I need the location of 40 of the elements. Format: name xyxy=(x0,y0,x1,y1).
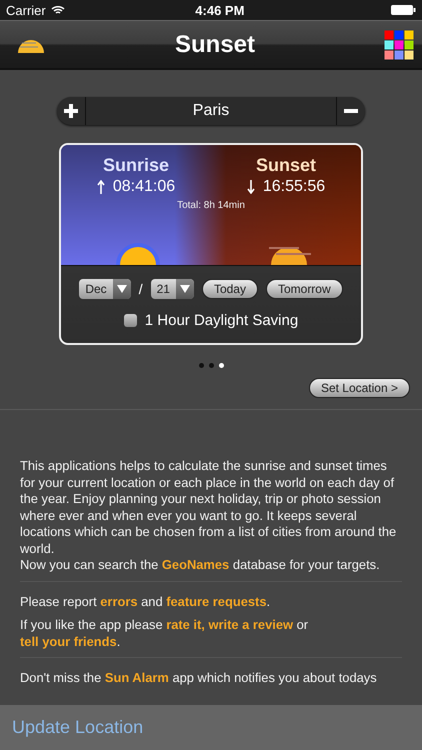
page-dot[interactable] xyxy=(218,363,224,368)
plus-icon xyxy=(63,103,79,119)
sunset-time: 16:55:56 xyxy=(262,178,326,196)
battery-icon xyxy=(391,5,416,15)
page-dot[interactable] xyxy=(208,363,214,368)
sunrise-label: Sunrise xyxy=(102,155,170,176)
info-paragraph: This applications helps to calculate the sunrise and sunset times for your current location or each place in the world on each day of the year. Enjoy planning your next holiday, trip or photo session where ever and when ever you want to go. It keeps several locations which can be chosen from a list of cities from around the world. xyxy=(20,458,398,557)
text-link[interactable]: tell your friends xyxy=(20,634,117,648)
text-link[interactable]: feature requests xyxy=(166,594,267,608)
info-paragraph: Now you can search the GeoNames database for your targets. xyxy=(20,557,381,574)
city-name: Paris xyxy=(85,97,337,125)
month-dropdown[interactable]: Dec xyxy=(79,279,131,299)
today-button[interactable]: Today xyxy=(202,279,258,299)
down-arrow-icon xyxy=(246,180,255,194)
checkbox-label: 1 Hour Daylight Saving xyxy=(144,312,298,329)
update-location-button[interactable]: Update Location xyxy=(12,717,144,738)
wifi-icon xyxy=(50,5,65,15)
checkbox[interactable] xyxy=(124,314,137,327)
sunset-label: Sunset xyxy=(256,155,316,176)
tomorrow-button[interactable]: Tomorrow xyxy=(266,279,343,299)
up-arrow-icon xyxy=(96,180,105,194)
text-link[interactable]: rate it, write a review xyxy=(166,617,294,632)
carrier-label: Carrier xyxy=(6,2,46,18)
nav-title: Sunset xyxy=(174,30,255,58)
page-dot[interactable] xyxy=(198,363,204,368)
text-link[interactable]: GeoNames xyxy=(162,557,230,572)
text-link[interactable]: errors xyxy=(100,594,138,608)
info-paragraph: Please report errors and feature requests. xyxy=(20,594,272,610)
info-paragraph: If you like the app please rate it, write a review or tell your friends. xyxy=(20,617,310,650)
grid-icon[interactable] xyxy=(384,30,414,60)
info-paragraph: Don't miss the Sun Alarm app which notifies you about todays xyxy=(20,670,378,686)
date-separator: / xyxy=(138,281,143,297)
status-time: 4:46 PM xyxy=(195,2,244,18)
sunrise-time: 08:41:06 xyxy=(112,178,176,196)
caret-icon xyxy=(180,285,190,293)
day-dropdown[interactable]: 21 xyxy=(150,279,194,299)
total-daylight: Total: 8h 14min xyxy=(177,200,245,211)
caret-icon xyxy=(116,285,127,293)
set-location-button[interactable]: Set Location > xyxy=(308,378,410,398)
text-link[interactable]: Sun Alarm xyxy=(104,670,169,685)
